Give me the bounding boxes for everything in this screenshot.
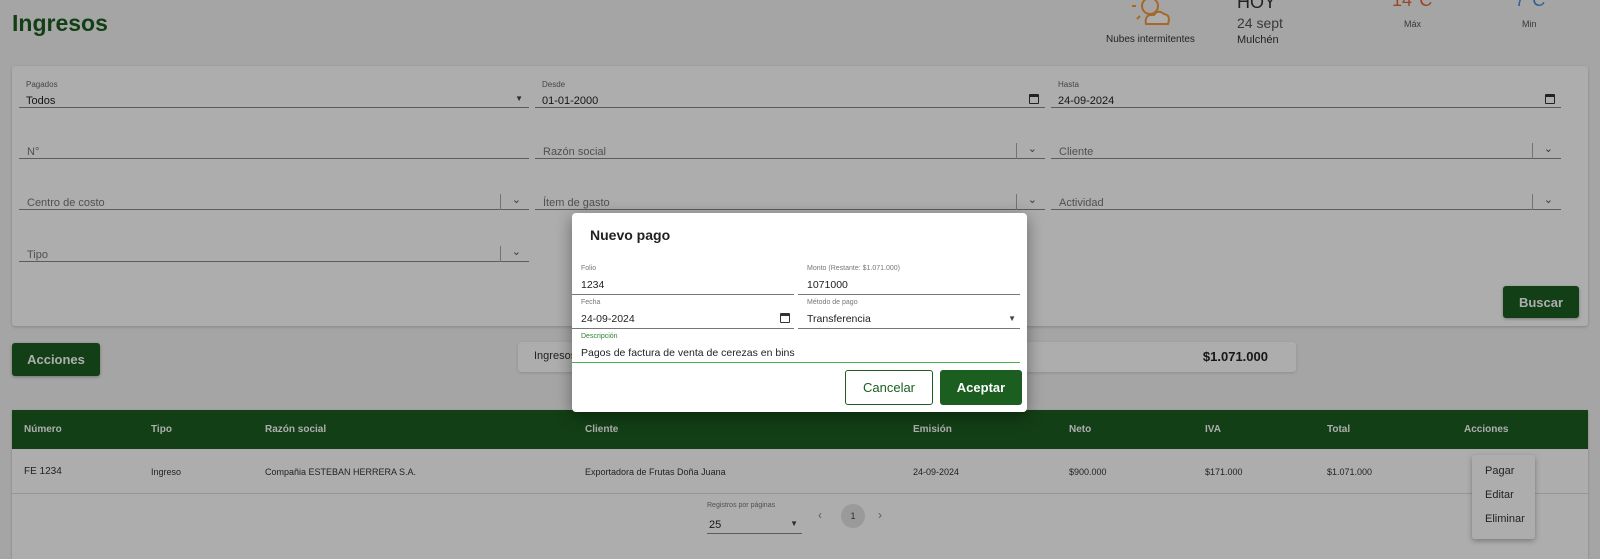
accept-button[interactable]: Aceptar (940, 370, 1022, 405)
folio-value: 1234 (581, 279, 605, 291)
caret-down-icon: ▼ (1008, 314, 1016, 323)
dialog-title: Nuevo pago (590, 227, 671, 243)
monto-label: Monto (Restante: $1.071.000) (807, 265, 901, 272)
monto-field[interactable]: Monto (Restante: $1.071.000) 1071000 (798, 265, 1020, 295)
fecha-label: Fecha (581, 299, 601, 306)
descripcion-value: Pagos de factura de venta de cerezas en … (581, 347, 795, 359)
cancel-button[interactable]: Cancelar (845, 370, 933, 405)
fecha-value: 24-09-2024 (581, 313, 635, 325)
calendar-icon[interactable] (780, 313, 790, 323)
metodo-pago-select[interactable]: Método de pago Transferencia ▼ (798, 299, 1020, 329)
descripcion-field[interactable]: Descripción Pagos de factura de venta de… (572, 333, 1020, 363)
descripcion-label: Descripción (581, 333, 618, 340)
fecha-date-field[interactable]: Fecha 24-09-2024 (572, 299, 794, 329)
metodo-label: Método de pago (807, 299, 858, 306)
folio-label: Folio (581, 265, 597, 272)
metodo-value: Transferencia (807, 313, 871, 325)
folio-field[interactable]: Folio 1234 (572, 265, 794, 295)
nuevo-pago-dialog: Nuevo pago Folio 1234 Monto (Restante: $… (572, 213, 1027, 412)
monto-value: 1071000 (807, 279, 848, 291)
